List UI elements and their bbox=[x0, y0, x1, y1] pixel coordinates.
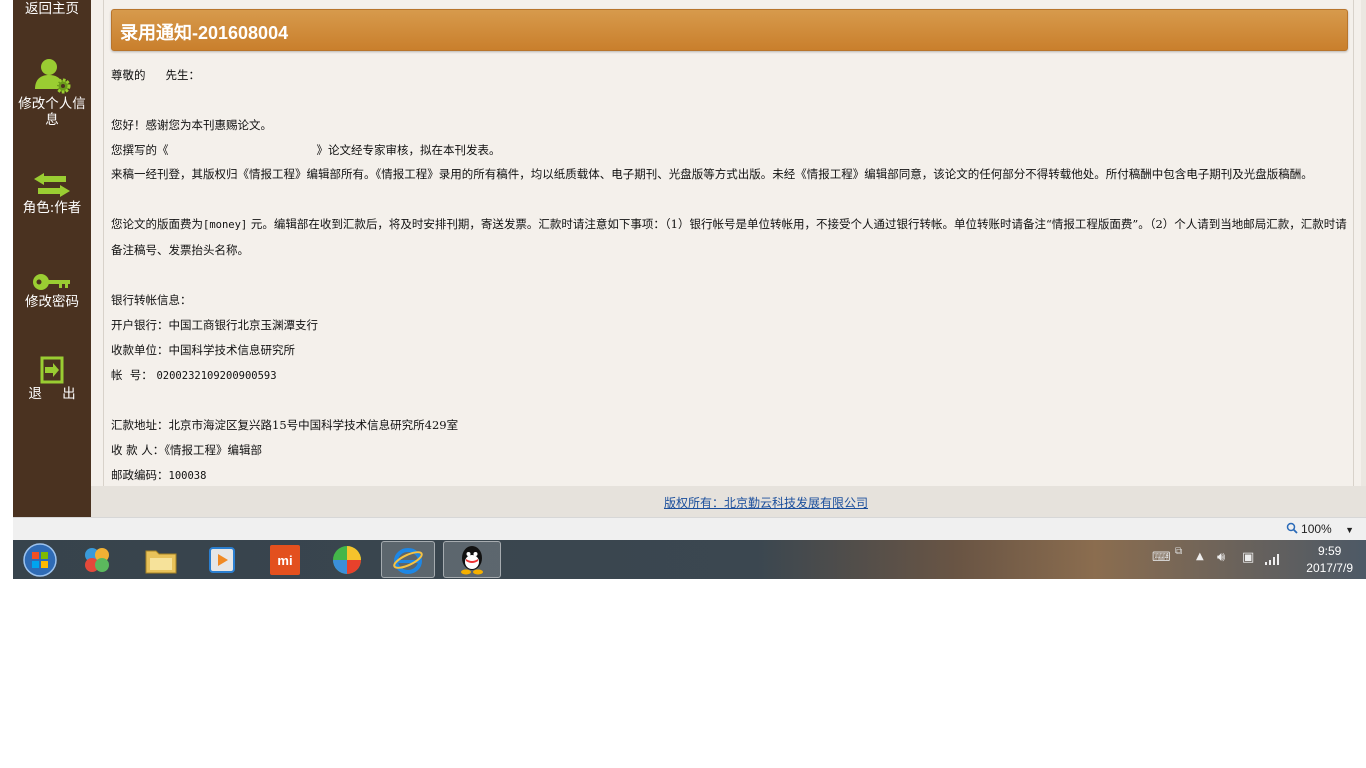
zoom-control[interactable]: 100% ▼ bbox=[1286, 522, 1354, 536]
browser-status-bar: 100% ▼ bbox=[13, 517, 1366, 541]
taskbar: mi ⌨ ⧉ ▲ 🔊︎ ▣ 9:59 2017/7/9 bbox=[13, 540, 1366, 579]
clock-date: 2017/7/9 bbox=[1306, 561, 1353, 575]
sidebar-item-change-password[interactable]: 修改密码 bbox=[13, 272, 91, 310]
pinwheel-app-icon bbox=[85, 547, 109, 572]
fee-paragraph: 您论文的版面费为[money] 元。编辑部在收到汇款后，将及时安排刊期，寄送发票… bbox=[111, 217, 1347, 257]
taskbar-media-player[interactable] bbox=[195, 541, 249, 578]
sidebar-item-logout[interactable]: 退 出 bbox=[13, 356, 91, 402]
taskbar-qq[interactable] bbox=[443, 541, 501, 578]
recipient-row: 收 款 人：《情报工程》编辑部 bbox=[111, 443, 263, 457]
key-icon bbox=[33, 274, 70, 290]
system-clock[interactable]: 9:59 2017/7/9 bbox=[1306, 543, 1353, 577]
sidebar-item-label: 角色:作者 bbox=[22, 200, 82, 216]
system-tray: ⌨ ⧉ ▲ 🔊︎ ▣ 9:59 2017/7/9 bbox=[1146, 540, 1366, 579]
notice-title-bar: 录用通知-201608004 bbox=[111, 9, 1348, 51]
user-settings-icon bbox=[35, 59, 71, 94]
paper-line: 您撰写的《 》论文经专家审核，拟在本刊发表。 bbox=[111, 143, 501, 157]
taskbar-file-explorer[interactable] bbox=[134, 541, 188, 578]
media-player-icon bbox=[209, 546, 235, 573]
sidebar: 返回主页 修改个人信息 角色:作者 修改密码 退 出 bbox=[13, 0, 91, 517]
postcode-row: 邮政编码：100038 bbox=[111, 468, 207, 482]
main-content: 录用通知-201608004 尊敬的 先生： 您好！感谢您为本刊惠赐论文。 您撰写… bbox=[91, 0, 1366, 517]
footer: 版权所有：北京勤云科技发展有限公司 bbox=[91, 486, 1366, 517]
clock-time: 9:59 bbox=[1317, 544, 1342, 558]
bank-name-row: 开户银行：中国工商银行北京玉渊潭支行 bbox=[111, 318, 318, 332]
copyright-link[interactable]: 版权所有：北京勤云科技发展有限公司 bbox=[91, 494, 1366, 511]
zoom-icon bbox=[1286, 522, 1298, 534]
window-switch-icon[interactable]: ⧉ bbox=[1175, 546, 1182, 557]
color-ball-app-icon bbox=[333, 545, 361, 574]
sidebar-item-label: 返回主页 bbox=[25, 1, 79, 17]
scrollbar[interactable] bbox=[1361, 0, 1366, 486]
keyboard-icon[interactable]: ⌨ bbox=[1152, 550, 1171, 565]
page-title: 录用通知-201608004 bbox=[120, 23, 289, 43]
payee-unit-row: 收款单位：中国科学技术信息研究所 bbox=[111, 343, 295, 357]
sidebar-item-label: 修改个人信息 bbox=[18, 96, 86, 128]
salutation: 尊敬的 先生： bbox=[111, 68, 200, 82]
svg-text:mi: mi bbox=[277, 553, 292, 568]
sidebar-item-label: 退 出 bbox=[28, 386, 84, 402]
network-signal-icon[interactable] bbox=[1264, 553, 1280, 565]
copyright-paragraph: 来稿一经刊登，其版权归《情报工程》编辑部所有。《情报工程》录用的所有稿件，均以纸… bbox=[111, 167, 1313, 181]
start-orb-icon bbox=[23, 542, 57, 577]
exit-icon bbox=[40, 356, 64, 384]
start-button[interactable] bbox=[13, 541, 67, 578]
account-row: 帐 号： 0200232109200900593 bbox=[111, 368, 277, 382]
mi-app-icon: mi bbox=[270, 544, 300, 575]
taskbar-pinwheel-app[interactable] bbox=[70, 541, 124, 578]
sidebar-item-label: 修改密码 bbox=[25, 294, 79, 310]
sidebar-item-role[interactable]: 角色:作者 bbox=[13, 172, 91, 216]
swap-arrows-icon bbox=[34, 173, 70, 197]
taskbar-mi-app[interactable]: mi bbox=[258, 541, 312, 578]
sidebar-item-home[interactable]: 返回主页 bbox=[13, 1, 91, 17]
taskbar-ie-browser[interactable] bbox=[381, 541, 435, 578]
chevron-down-icon: ▼ bbox=[1345, 525, 1354, 535]
power-icon[interactable]: ▣ bbox=[1242, 550, 1254, 565]
bank-header: 银行转帐信息： bbox=[111, 293, 192, 307]
volume-icon[interactable]: 🔊︎ bbox=[1217, 550, 1225, 565]
greeting: 您好！感谢您为本刊惠赐论文。 bbox=[111, 118, 272, 132]
zoom-level: 100% bbox=[1301, 522, 1332, 536]
address-row: 汇款地址：北京市海淀区复兴路15号中国科学技术信息研究所429室 bbox=[111, 418, 459, 432]
file-explorer-icon bbox=[145, 550, 177, 573]
taskbar-color-ball-app[interactable] bbox=[320, 541, 374, 578]
ie-browser-icon bbox=[393, 547, 423, 574]
fee-value: [money] bbox=[203, 219, 248, 231]
qq-icon bbox=[461, 545, 483, 574]
sidebar-item-edit-profile[interactable]: 修改个人信息 bbox=[13, 58, 91, 128]
tray-expand-icon[interactable]: ▲ bbox=[1196, 551, 1204, 562]
notice-panel: 录用通知-201608004 尊敬的 先生： 您好！感谢您为本刊惠赐论文。 您撰写… bbox=[103, 0, 1354, 486]
